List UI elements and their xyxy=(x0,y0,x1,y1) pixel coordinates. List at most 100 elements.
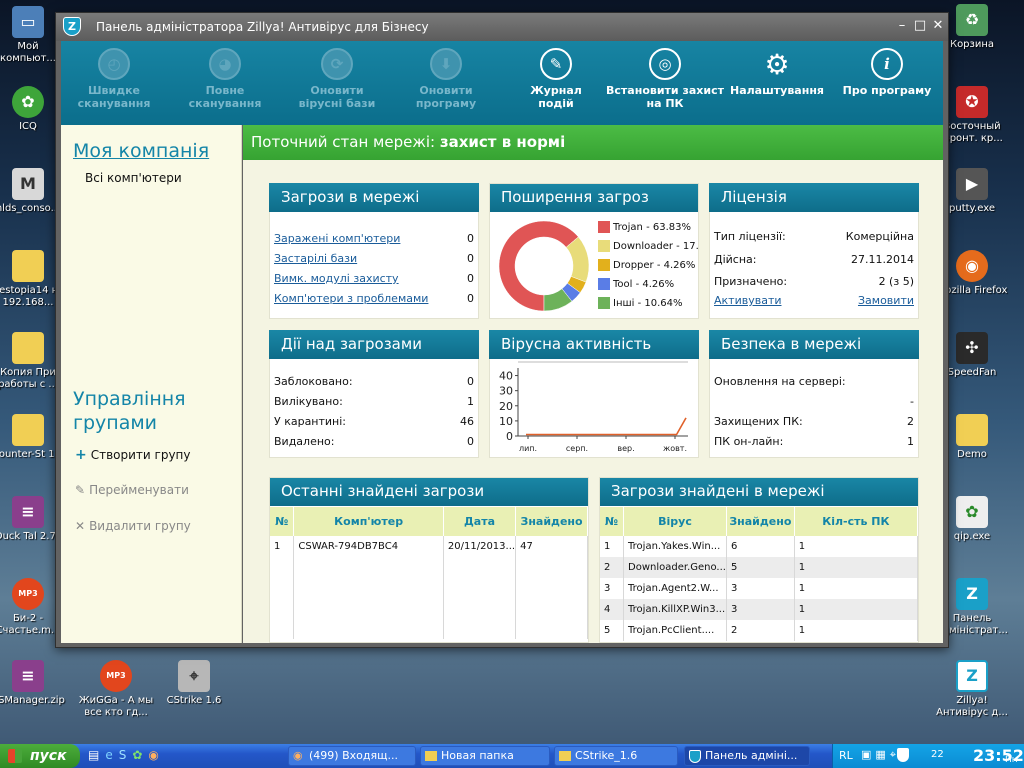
network-threats-title: Загрози знайдені в мережі xyxy=(600,478,918,506)
table-row[interactable]: 3 Trojan.Agent2.W... 3 1 xyxy=(600,578,918,599)
column-header[interactable]: № xyxy=(600,507,625,536)
action-row: Видалено: 0 xyxy=(274,435,474,448)
column-header[interactable]: Кіл-сть ПК xyxy=(794,507,918,536)
quick-scan-button[interactable]: ◴ Швидке сканування xyxy=(69,41,159,125)
refresh-icon: ⟳ xyxy=(321,48,353,80)
pencil-icon: ✎ xyxy=(540,48,572,80)
activity-card-title: Вірусна активність xyxy=(489,330,699,359)
threat-row: Застарілі бази 0 xyxy=(274,252,474,265)
action-row: Заблоковано: 0 xyxy=(274,375,474,388)
all-computers-item[interactable]: Всі комп'ютери xyxy=(85,171,182,185)
y-tick-label: 0 xyxy=(506,430,513,443)
recent-threats-table: № Комп'ютер Дата Знайдено 1 CSWAR-794DB7… xyxy=(270,507,588,639)
desktop-icon-zillya-antivirus[interactable]: Z Zillya! Антивірус д... xyxy=(934,660,1010,719)
tray-day: Пн xyxy=(1005,755,1018,765)
taskbar-button-mail[interactable]: ◉ (499) Входящ... xyxy=(288,746,416,766)
folder-icon xyxy=(12,414,44,446)
install-protection-button[interactable]: ◎ Встановити захист на ПК xyxy=(605,41,725,125)
activate-link[interactable]: Активувати xyxy=(714,294,782,307)
mp3-icon: MP3 xyxy=(100,660,132,692)
activity-card: Вірусна активність 0 10 20 30 40 лип. серп. вер… xyxy=(489,330,699,458)
maximize-button[interactable]: □ xyxy=(912,18,928,34)
network-status-value: захист в нормі xyxy=(439,133,566,151)
rename-group-button[interactable]: ✎ Перейменувати xyxy=(75,483,189,497)
table-header-row: № Вірус Знайдено Кіл-сть ПК xyxy=(600,507,918,536)
ie-icon[interactable]: e xyxy=(105,748,118,762)
desktop-icon-zhigga[interactable]: MP3 ЖиGGa - А мы все кто гд... xyxy=(78,660,154,719)
skype-icon[interactable]: S xyxy=(119,748,133,762)
network-threats-table: № Вірус Знайдено Кіл-сть ПК 1 Trojan.Yake… xyxy=(600,507,918,641)
update-bases-button[interactable]: ⟳ Оновити вірусні бази xyxy=(287,41,387,125)
create-group-button[interactable]: + Створити групу xyxy=(75,447,191,463)
taskbar-button-folder[interactable]: Новая папка xyxy=(420,746,550,766)
legend-item-trojan: Trojan - 63.83% xyxy=(598,220,698,239)
table-row[interactable]: 1 Trojan.Yakes.Win... 6 1 xyxy=(600,536,918,557)
desktop-icon-cstrike[interactable]: ⌖ CStrike 1.6 xyxy=(156,660,232,707)
system-tray: RL ▣▦⌖ 22 23:52 Пн xyxy=(832,744,1024,768)
column-header[interactable]: Вірус xyxy=(623,507,727,536)
zillya-shield-icon: Z xyxy=(956,660,988,692)
company-title-link[interactable]: Моя компанія xyxy=(73,139,209,163)
spread-card-title: Поширення загроз xyxy=(490,184,698,212)
action-row: У карантині: 46 xyxy=(274,415,474,428)
tray-counter: 22 xyxy=(931,749,944,760)
recent-threats-title: Останні знайдені загрози xyxy=(270,478,588,506)
order-link[interactable]: Замовити xyxy=(858,292,914,310)
folder-icon xyxy=(425,751,437,761)
desktop-icon-csmanager[interactable]: ≡CSManager.zip xyxy=(0,660,66,707)
game-icon: ✪ xyxy=(956,86,988,118)
table-row[interactable]: 4 Trojan.KillXP.Win3... 3 1 xyxy=(600,599,918,620)
legend-item-downloader: Downloader - 17.0 xyxy=(598,239,698,258)
legend-item-tool: Tool - 4.26% xyxy=(598,277,698,296)
x-tick-label: серп. xyxy=(566,444,588,453)
recent-threats-card: Останні знайдені загрози № Комп'ютер Дат… xyxy=(269,477,589,643)
close-button[interactable]: ✕ xyxy=(930,18,946,34)
start-button[interactable]: пуск xyxy=(0,744,80,768)
column-header[interactable]: Дата xyxy=(443,507,517,536)
table-row[interactable]: 1 CSWAR-794DB7BC4 20/11/2013... 47 xyxy=(270,536,588,557)
threats-card: Загрози в мережі Заражені комп'ютери 0 За… xyxy=(269,183,479,319)
language-indicator[interactable]: RL xyxy=(839,749,853,762)
y-tick-label: 40 xyxy=(499,370,513,383)
windows-flag-icon xyxy=(8,749,22,763)
table-row[interactable]: 2 Downloader.Geno... 5 1 xyxy=(600,557,918,578)
zillya-shield-icon[interactable] xyxy=(897,748,909,762)
main-toolbar: ◴ Швидке сканування ◕ Повне сканування ⟳ Он… xyxy=(61,41,943,125)
zillya-shield-icon: Z xyxy=(956,578,988,610)
y-tick-label: 20 xyxy=(499,400,513,413)
show-desktop-icon[interactable]: ▤ xyxy=(88,748,105,762)
update-program-button[interactable]: ⬇ Оновити програму xyxy=(391,41,501,125)
settings-button[interactable]: ⚙ Налаштування xyxy=(727,41,827,125)
window-titlebar[interactable]: Z Панель адміністратора Zillya! Антивіру… xyxy=(56,13,948,41)
zillya-shield-icon xyxy=(689,750,701,763)
event-log-button[interactable]: ✎ Журнал подій xyxy=(511,41,601,125)
license-row: Дійсна: 27.11.2014 xyxy=(714,253,914,266)
license-row: Тип ліцензії: Комерційна xyxy=(714,230,914,243)
column-header[interactable]: Знайдено xyxy=(515,507,588,536)
about-button[interactable]: i Про програму xyxy=(835,41,939,125)
archive-icon: ≡ xyxy=(12,496,44,528)
icq-flower-icon: ✿ xyxy=(12,86,44,118)
full-scan-button[interactable]: ◕ Повне сканування xyxy=(169,41,281,125)
spread-card: Поширення загроз Trojan - 63.83% Downloa… xyxy=(489,183,699,319)
legend-swatch xyxy=(598,240,610,252)
folder-icon xyxy=(12,332,44,364)
taskbar: пуск ▤eS✿◉ ◉ (499) Входящ... Новая папка … xyxy=(0,744,1024,768)
gear-icon: ⚙ xyxy=(764,47,790,81)
taskbar-button-zillya[interactable]: Панель адміні... xyxy=(684,746,810,766)
legend-swatch xyxy=(598,278,610,290)
actions-card-title: Дії над загрозами xyxy=(269,330,479,359)
zillya-logo-icon: Z xyxy=(63,17,81,36)
column-header[interactable]: № xyxy=(270,507,295,536)
firefox-icon[interactable]: ◉ xyxy=(148,748,164,762)
column-header[interactable]: Комп'ютер xyxy=(293,507,444,536)
x-tick-label: вер. xyxy=(617,444,634,453)
delete-group-button[interactable]: ✕ Видалити групу xyxy=(75,519,191,533)
taskbar-button-cstrike[interactable]: CStrike_1.6 xyxy=(554,746,678,766)
minimize-button[interactable]: – xyxy=(894,18,910,34)
cstrike-icon: ⌖ xyxy=(178,660,210,692)
table-row[interactable]: 5 Trojan.PcClient.... 2 1 xyxy=(600,620,918,641)
column-header[interactable]: Знайдено xyxy=(726,507,795,536)
icq-flower-icon[interactable]: ✿ xyxy=(132,748,148,762)
plus-icon: + xyxy=(75,447,87,463)
